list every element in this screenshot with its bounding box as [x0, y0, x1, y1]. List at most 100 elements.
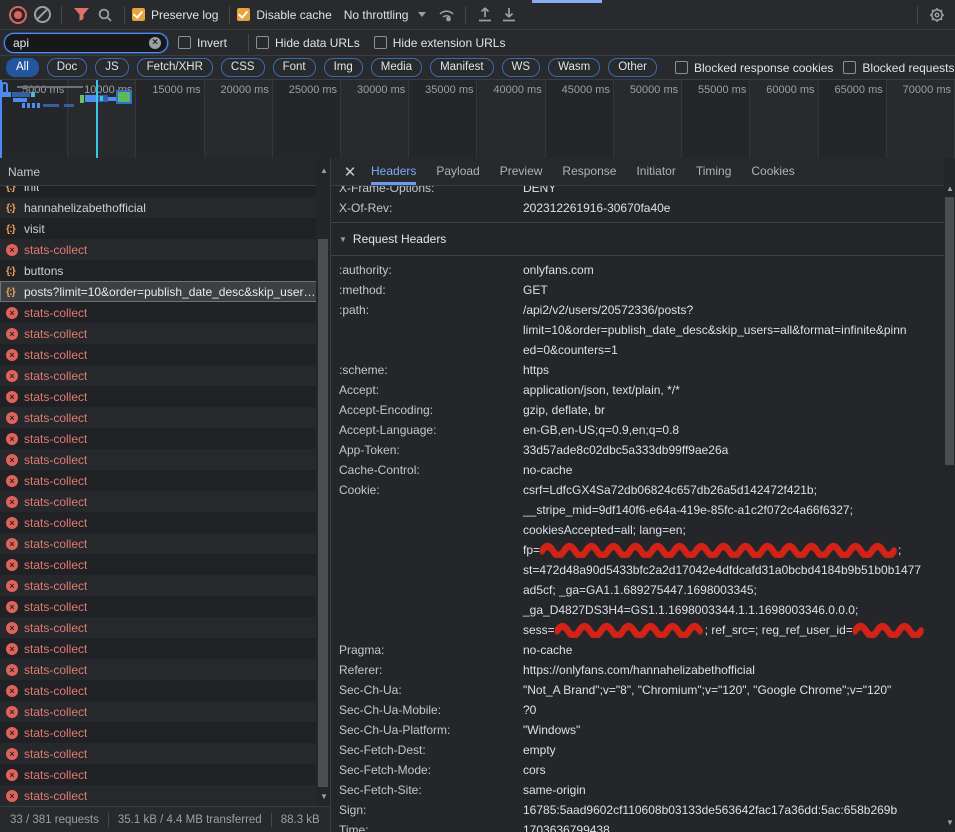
import-har-icon[interactable] [473, 3, 497, 27]
request-row[interactable]: ×stats-collect [0, 239, 330, 260]
request-row[interactable]: ×stats-collect [0, 386, 330, 407]
error-x-icon: × [6, 475, 18, 487]
hide-extension-urls-checkbox[interactable] [374, 36, 387, 49]
request-row[interactable]: ×stats-collect [0, 512, 330, 533]
request-row[interactable]: ×stats-collect [0, 533, 330, 554]
export-har-icon[interactable] [497, 3, 521, 27]
filter-chip-css[interactable]: CSS [221, 58, 265, 77]
request-row[interactable]: ×stats-collect [0, 554, 330, 575]
filter-chip-js[interactable]: JS [95, 58, 128, 77]
disable-cache-checkbox[interactable] [237, 8, 250, 21]
filter-chip-all[interactable]: All [6, 58, 39, 77]
scrollbar-thumb[interactable] [945, 197, 954, 465]
network-conditions-icon[interactable] [434, 3, 458, 27]
request-header-row: Sec-Fetch-Dest:empty [331, 740, 955, 760]
request-row[interactable]: ×stats-collect [0, 407, 330, 428]
filter-chip-media[interactable]: Media [371, 58, 422, 77]
request-row[interactable]: ×stats-collect [0, 575, 330, 596]
checkbox-group-blocked-response-cookies[interactable]: Blocked response cookies [675, 61, 833, 75]
request-list-scrollbar[interactable]: ▲ ▼ [316, 159, 330, 806]
section-title: Request Headers [353, 232, 446, 246]
name-column-header[interactable]: Name [0, 158, 330, 186]
request-row[interactable]: {:}init [0, 186, 330, 197]
filter-chip-img[interactable]: Img [324, 58, 363, 77]
value-text: fp= [523, 543, 540, 557]
clear-filter-icon[interactable]: × [149, 37, 161, 49]
request-row[interactable]: ×stats-collect [0, 470, 330, 491]
request-row-selected[interactable]: {:}posts?limit=10&order=publish_date_des… [0, 281, 330, 302]
timeline-tick-label: 20000 ms [221, 84, 269, 96]
request-row[interactable]: ×stats-collect [0, 596, 330, 617]
value-text: __stripe_mid=9df140f6-e64a-419e-85fc-a1c… [523, 503, 853, 517]
filter-chip-other[interactable]: Other [608, 58, 657, 77]
request-row[interactable]: ×stats-collect [0, 302, 330, 323]
scroll-up-icon[interactable]: ▲ [320, 167, 328, 175]
checkbox[interactable] [675, 61, 688, 74]
request-row[interactable]: ×stats-collect [0, 365, 330, 386]
checkbox[interactable] [843, 61, 856, 74]
preserve-log-checkbox[interactable] [132, 8, 145, 21]
settings-gear-icon[interactable] [925, 3, 949, 27]
scrollbar-thumb[interactable] [318, 239, 328, 787]
filter-chip-doc[interactable]: Doc [47, 58, 87, 77]
request-row[interactable]: ×stats-collect [0, 743, 330, 764]
filter-chip-fetch-xhr[interactable]: Fetch/XHR [137, 58, 213, 77]
close-icon[interactable]: ✕ [339, 163, 361, 181]
scroll-down-icon[interactable]: ▼ [320, 793, 328, 801]
scroll-down-icon[interactable]: ▼ [946, 819, 954, 827]
hide-data-urls-checkbox[interactable] [256, 36, 269, 49]
request-row[interactable]: ×stats-collect [0, 428, 330, 449]
tab-headers[interactable]: Headers [371, 158, 416, 185]
chevron-down-icon[interactable] [418, 12, 426, 17]
tab-payload[interactable]: Payload [436, 158, 479, 185]
timeline-tick-label: 25000 ms [289, 84, 337, 96]
request-row[interactable]: {:}hannahelizabethofficial [0, 197, 330, 218]
request-row[interactable]: ×stats-collect [0, 680, 330, 701]
request-headers-section-toggle[interactable]: ▼Request Headers [331, 227, 955, 251]
request-row[interactable]: ×stats-collect [0, 491, 330, 512]
scroll-up-icon[interactable]: ▲ [946, 185, 954, 193]
invert-checkbox-group[interactable]: Invert [178, 36, 227, 50]
tab-initiator[interactable]: Initiator [636, 158, 675, 185]
record-icon[interactable] [6, 3, 30, 27]
request-row[interactable]: ×stats-collect [0, 701, 330, 722]
tab-preview[interactable]: Preview [500, 158, 543, 185]
filter-icon[interactable] [69, 3, 93, 27]
request-row[interactable]: ×stats-collect [0, 722, 330, 743]
tab-cookies[interactable]: Cookies [751, 158, 794, 185]
request-row[interactable]: ×stats-collect [0, 449, 330, 470]
hide-extension-urls-checkbox-group[interactable]: Hide extension URLs [374, 36, 506, 50]
request-row[interactable]: ×stats-collect [0, 638, 330, 659]
filter-chip-manifest[interactable]: Manifest [430, 58, 493, 77]
request-row[interactable]: ×stats-collect [0, 764, 330, 785]
fetch-json-icon: {:} [6, 286, 24, 298]
filter-chip-ws[interactable]: WS [502, 58, 541, 77]
clear-icon[interactable] [30, 3, 54, 27]
detail-scrollbar[interactable]: ▲ ▼ [944, 159, 955, 832]
tab-timing[interactable]: Timing [696, 158, 732, 185]
request-row[interactable]: ×stats-collect [0, 659, 330, 680]
request-row[interactable]: {:}visit [0, 218, 330, 239]
filter-chip-font[interactable]: Font [273, 58, 316, 77]
requests-count: 33 / 381 requests [10, 814, 99, 826]
header-name: Referer: [331, 660, 523, 680]
request-row[interactable]: ×stats-collect [0, 323, 330, 344]
value-text: csrf=LdfcGX4Sa72db06824c657db26a5d142472… [523, 483, 817, 497]
checkbox-group-blocked-requests[interactable]: Blocked requests [843, 61, 954, 75]
network-overview-timeline[interactable]: 5000 ms10000 ms15000 ms20000 ms25000 ms3… [0, 80, 955, 159]
throttling-select[interactable]: No throttling [344, 8, 409, 22]
filter-input[interactable]: api × [4, 33, 168, 53]
request-row[interactable]: ×stats-collect [0, 617, 330, 638]
hide-data-urls-checkbox-group[interactable]: Hide data URLs [256, 36, 360, 50]
waterfall-bar [64, 104, 74, 107]
search-icon[interactable] [93, 3, 117, 27]
filter-chip-wasm[interactable]: Wasm [548, 58, 600, 77]
request-row[interactable]: {:}buttons [0, 260, 330, 281]
request-row[interactable]: ×stats-collect [0, 785, 330, 806]
tab-response[interactable]: Response [562, 158, 616, 185]
invert-checkbox[interactable] [178, 36, 191, 49]
section-separator [331, 255, 955, 256]
request-header-row: :scheme:https [331, 360, 955, 380]
request-row[interactable]: ×stats-collect [0, 344, 330, 365]
request-name: stats-collect [24, 348, 87, 362]
